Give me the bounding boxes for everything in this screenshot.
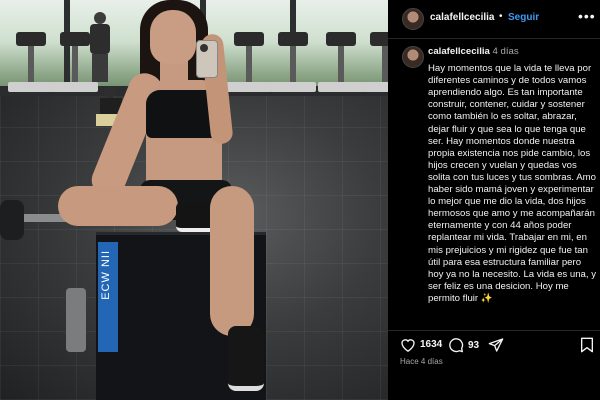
water-bottle [66,288,86,352]
woman-leg-left [58,186,178,226]
woman-leg-right [210,186,254,336]
comment-icon [449,338,464,353]
treadmill [318,32,364,92]
instagram-post: ECW NII calafellcecilia • Seguir ••• cal… [0,0,600,400]
share-icon [488,338,504,352]
treadmill [8,32,54,92]
save-button[interactable] [580,337,594,353]
post-timestamp: Hace 4 días [400,357,443,366]
caption-time: 4 días [492,46,519,57]
post-sidebar: calafellcecilia • Seguir ••• calafellcec… [388,0,600,400]
caption-avatar[interactable] [402,46,424,68]
treadmill [362,32,388,92]
like-count: 1634 [420,339,443,350]
action-bar: 1634 93 [388,330,600,359]
background-person [86,12,114,82]
more-horizontal-icon[interactable]: ••• [578,8,596,24]
like-button[interactable]: 1634 [400,337,442,352]
heart-icon [401,339,415,352]
post-photo[interactable]: ECW NII [0,0,388,400]
phone [196,40,218,78]
post-header: calafellcecilia • Seguir ••• [388,0,600,39]
separator-dot: • [499,11,503,22]
comment-count: 93 [468,339,480,351]
header-username[interactable]: calafellcecilia [430,12,495,23]
treadmill [270,32,316,92]
bookmark-icon [581,337,593,353]
comment-button[interactable]: 93 [448,337,479,353]
caption-username[interactable]: calafellcecilia [428,46,490,57]
share-button[interactable] [488,337,504,353]
follow-button[interactable]: Seguir [508,12,539,23]
avatar[interactable] [402,8,424,30]
woman-face [150,10,196,64]
treadmill [226,32,272,92]
caption: calafellcecilia 4 días Hay momentos que … [428,46,598,305]
plyo-box-text: ECW NII [100,250,112,300]
woman-shoe-right [228,326,264,391]
caption-text: Hay momentos que la vida te lleva por di… [428,63,596,304]
